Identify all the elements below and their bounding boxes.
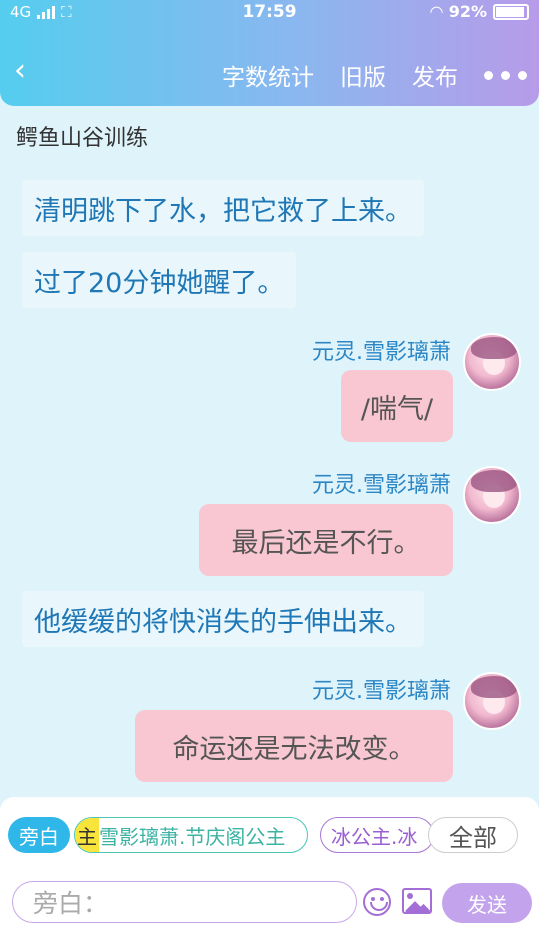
main-role-tag: 主 bbox=[75, 818, 99, 852]
role-narration-chip[interactable]: 旁白 bbox=[8, 817, 70, 853]
chat-bubble: 命运还是无法改变。 bbox=[135, 710, 453, 782]
back-icon[interactable]: ‹ bbox=[14, 56, 46, 88]
message-author: 元灵.雪影璃萧 bbox=[312, 679, 451, 704]
more-icon[interactable] bbox=[484, 70, 527, 80]
chat-bubble: /喘气/ bbox=[341, 370, 453, 442]
composer-panel: 旁白 主 雪影璃萧.节庆阁公主 冰公主.冰 全部 旁白： 发送 bbox=[0, 797, 539, 952]
message-author: 元灵.雪影璃萧 bbox=[312, 340, 451, 365]
publish-button[interactable]: 发布 bbox=[412, 58, 458, 92]
battery-icon bbox=[493, 3, 529, 20]
role-main-label: 雪影璃萧.节庆阁公主 bbox=[99, 824, 286, 849]
all-roles-button[interactable]: 全部 bbox=[428, 817, 518, 853]
send-button[interactable]: 发送 bbox=[442, 883, 532, 923]
chat-bubble: 最后还是不行。 bbox=[199, 504, 453, 576]
message-input[interactable]: 旁白： bbox=[12, 881, 357, 923]
old-version-button[interactable]: 旧版 bbox=[340, 58, 386, 92]
avatar[interactable] bbox=[463, 333, 521, 391]
nav-bar: ‹ 字数统计 旧版 发布 bbox=[0, 48, 539, 100]
message-author: 元灵.雪影璃萧 bbox=[312, 473, 451, 498]
role-selector: 旁白 主 雪影璃萧.节庆阁公主 冰公主.冰 全部 bbox=[8, 817, 532, 853]
role-ice-chip[interactable]: 冰公主.冰 bbox=[320, 817, 434, 853]
narration-message: 他缓缓的将快消失的手伸出来。 bbox=[22, 591, 424, 647]
narration-message: 过了20分钟她醒了。 bbox=[22, 252, 297, 308]
role-main-chip[interactable]: 主 雪影璃萧.节庆阁公主 bbox=[74, 817, 308, 853]
avatar[interactable] bbox=[463, 466, 521, 524]
header-bar: 4G ⛶ 17:59 ◠ 92% ‹ 字数统计 旧版 发布 bbox=[0, 0, 539, 106]
story-title: 鳄鱼山谷训练 bbox=[16, 126, 149, 151]
emoji-icon[interactable] bbox=[363, 888, 391, 916]
battery-percent: 92% bbox=[448, 2, 487, 21]
word-count-button[interactable]: 字数统计 bbox=[222, 58, 314, 92]
avatar[interactable] bbox=[463, 672, 521, 730]
image-icon[interactable] bbox=[402, 888, 432, 914]
wifi-icon: ◠ bbox=[430, 2, 443, 21]
narration-message: 清明跳下了水，把它救了上来。 bbox=[22, 180, 424, 236]
status-bar: 4G ⛶ 17:59 ◠ 92% bbox=[0, 0, 539, 26]
